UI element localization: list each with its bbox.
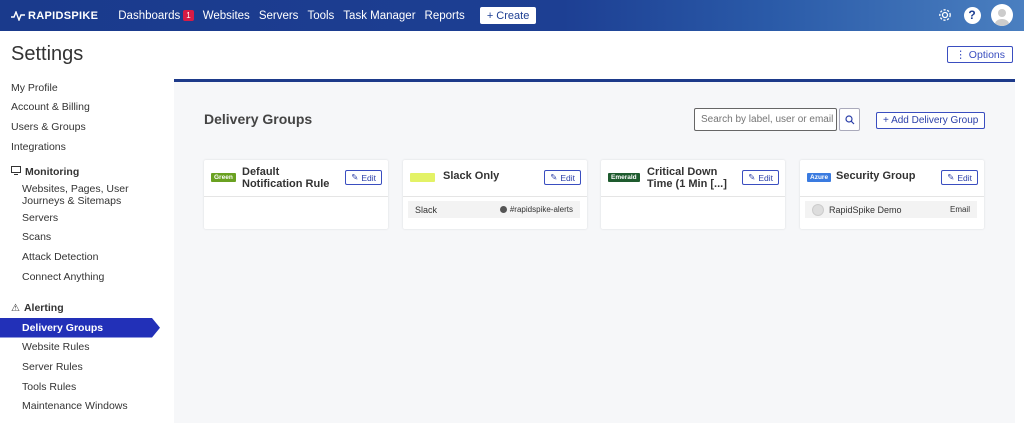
options-button[interactable]: ⋮ Options xyxy=(947,46,1013,63)
edit-label: Edit xyxy=(560,172,575,183)
slack-icon xyxy=(499,206,507,213)
add-delivery-group-button[interactable]: + Add Delivery Group xyxy=(876,112,986,129)
help-icon[interactable]: ? xyxy=(962,5,982,25)
settings-sidebar: My Profile Account & Billing Users & Gro… xyxy=(0,78,165,416)
delivery-group-card: Slack Only ✎ Edit Slack #rapidspike-aler… xyxy=(403,160,587,229)
help-glyph: ? xyxy=(963,6,981,24)
tag-badge: Emerald xyxy=(608,173,640,182)
recipient-method: Email xyxy=(949,205,970,214)
card-title[interactable]: Security Group xyxy=(836,170,915,182)
pencil-icon: ✎ xyxy=(351,172,359,182)
delivery-group-card: Azure Security Group ✎ Edit RapidSpike D… xyxy=(800,160,984,229)
sidebar-item-integrations[interactable]: Integrations xyxy=(0,137,165,157)
websites-line1: Websites, Pages, User xyxy=(22,182,129,195)
sidebar-section-monitoring: Monitoring xyxy=(0,162,165,182)
sidebar-section-alerting: ⚠ Alerting xyxy=(0,298,165,318)
tag-badge xyxy=(410,173,435,182)
recipient-row: RapidSpike Demo Email xyxy=(805,201,977,218)
monitoring-label: Monitoring xyxy=(25,166,80,179)
edit-label: Edit xyxy=(361,172,376,183)
card-title-line2: Time (1 Min [...] xyxy=(647,178,727,190)
card-header: Azure Security Group ✎ Edit xyxy=(800,160,984,197)
card-title[interactable]: Slack Only xyxy=(443,170,499,182)
sidebar-item-tools-rules[interactable]: Tools Rules xyxy=(0,377,165,397)
tag-badge: Azure xyxy=(807,173,832,182)
sidebar-item-delivery-groups[interactable]: Delivery Groups xyxy=(0,317,160,338)
warning-icon: ⚠ xyxy=(11,302,20,314)
alerting-label: Alerting xyxy=(23,302,64,315)
card-title-line1: Security Group xyxy=(836,170,916,182)
brand-logo[interactable]: RAPIDSPIKE xyxy=(11,10,98,22)
delivery-group-card: Green Default Notification Rule ✎ Edit xyxy=(204,160,388,229)
nav-servers[interactable]: Servers xyxy=(259,10,299,22)
recipient-row: Slack #rapidspike-alerts xyxy=(408,201,580,218)
pencil-icon: ✎ xyxy=(550,172,558,182)
search-button[interactable] xyxy=(839,108,860,131)
main-panel: Delivery Groups + Add Delivery Group Gre… xyxy=(174,79,1015,423)
sidebar-item-attack-detection[interactable]: Attack Detection xyxy=(0,247,165,267)
sidebar-item-maintenance-windows[interactable]: Maintenance Windows xyxy=(0,396,165,416)
tag-badge: Green xyxy=(211,173,236,182)
recipient-name: RapidSpike Demo xyxy=(829,204,902,215)
sidebar-item-website-rules[interactable]: Website Rules xyxy=(0,338,165,358)
pencil-icon: ✎ xyxy=(748,172,756,182)
section-title: Delivery Groups xyxy=(204,111,313,127)
top-nav: RAPIDSPIKE Dashboards 1 Websites Servers… xyxy=(0,0,1024,31)
monitor-icon xyxy=(11,166,21,178)
nav-reports[interactable]: Reports xyxy=(425,10,465,22)
edit-button[interactable]: ✎ Edit xyxy=(941,170,978,185)
edit-button[interactable]: ✎ Edit xyxy=(742,170,779,185)
nav-tools[interactable]: Tools xyxy=(307,10,334,22)
websites-line2: Journeys & Sitemaps xyxy=(22,194,122,207)
nav-dashboards-label: Dashboards xyxy=(118,9,181,22)
card-title-line1: Slack Only xyxy=(443,170,500,182)
card-header: Slack Only ✎ Edit xyxy=(403,160,587,197)
search-input[interactable] xyxy=(694,108,837,131)
avatar[interactable] xyxy=(991,4,1013,26)
sidebar-item-websites[interactable]: Websites, Pages, User Journeys & Sitemap… xyxy=(0,182,165,208)
card-title-line1: Critical Down xyxy=(647,166,718,178)
edit-button[interactable]: ✎ Edit xyxy=(345,170,382,185)
sidebar-item-users-groups[interactable]: Users & Groups xyxy=(0,117,165,137)
brand-name: RAPIDSPIKE xyxy=(28,9,99,22)
edit-button[interactable]: ✎ Edit xyxy=(544,170,581,185)
sidebar-item-connect-anything[interactable]: Connect Anything xyxy=(0,267,165,287)
sidebar-item-scans[interactable]: Scans xyxy=(0,228,165,248)
edit-label: Edit xyxy=(957,172,972,183)
sidebar-item-servers[interactable]: Servers xyxy=(0,208,165,228)
pulse-logo-icon xyxy=(11,10,25,21)
card-title[interactable]: Critical Down Time (1 Min [...] xyxy=(647,166,727,190)
slack-channel-name: #rapidspike-alerts xyxy=(509,205,573,214)
create-button[interactable]: + Create xyxy=(479,7,537,24)
nav-dashboards[interactable]: Dashboards 1 xyxy=(118,9,194,22)
card-header: Emerald Critical Down Time (1 Min [...] … xyxy=(601,160,785,197)
card-header: Green Default Notification Rule ✎ Edit xyxy=(204,160,388,197)
sidebar-item-server-rules[interactable]: Server Rules xyxy=(0,357,165,377)
recipient-user: RapidSpike Demo xyxy=(812,203,902,216)
sidebar-item-account-billing[interactable]: Account & Billing xyxy=(0,98,165,118)
nav-websites[interactable]: Websites xyxy=(203,10,250,22)
search-icon xyxy=(844,114,854,124)
dashboards-badge: 1 xyxy=(183,10,194,21)
gear-icon[interactable] xyxy=(935,5,955,25)
card-title[interactable]: Default Notification Rule xyxy=(242,166,329,190)
slack-channel: #rapidspike-alerts xyxy=(499,205,573,214)
user-avatar-icon xyxy=(812,203,824,216)
nav-task-manager[interactable]: Task Manager xyxy=(343,10,415,22)
card-title-line2: Notification Rule xyxy=(242,178,330,190)
page-title: Settings xyxy=(11,43,84,65)
delivery-group-card: Emerald Critical Down Time (1 Min [...] … xyxy=(601,160,785,229)
sidebar-item-my-profile[interactable]: My Profile xyxy=(0,78,165,98)
recipient-type: Slack xyxy=(415,204,438,215)
pencil-icon: ✎ xyxy=(947,172,955,182)
edit-label: Edit xyxy=(758,172,773,183)
card-title-line1: Default xyxy=(242,166,280,178)
user-avatar-icon xyxy=(995,9,1009,26)
